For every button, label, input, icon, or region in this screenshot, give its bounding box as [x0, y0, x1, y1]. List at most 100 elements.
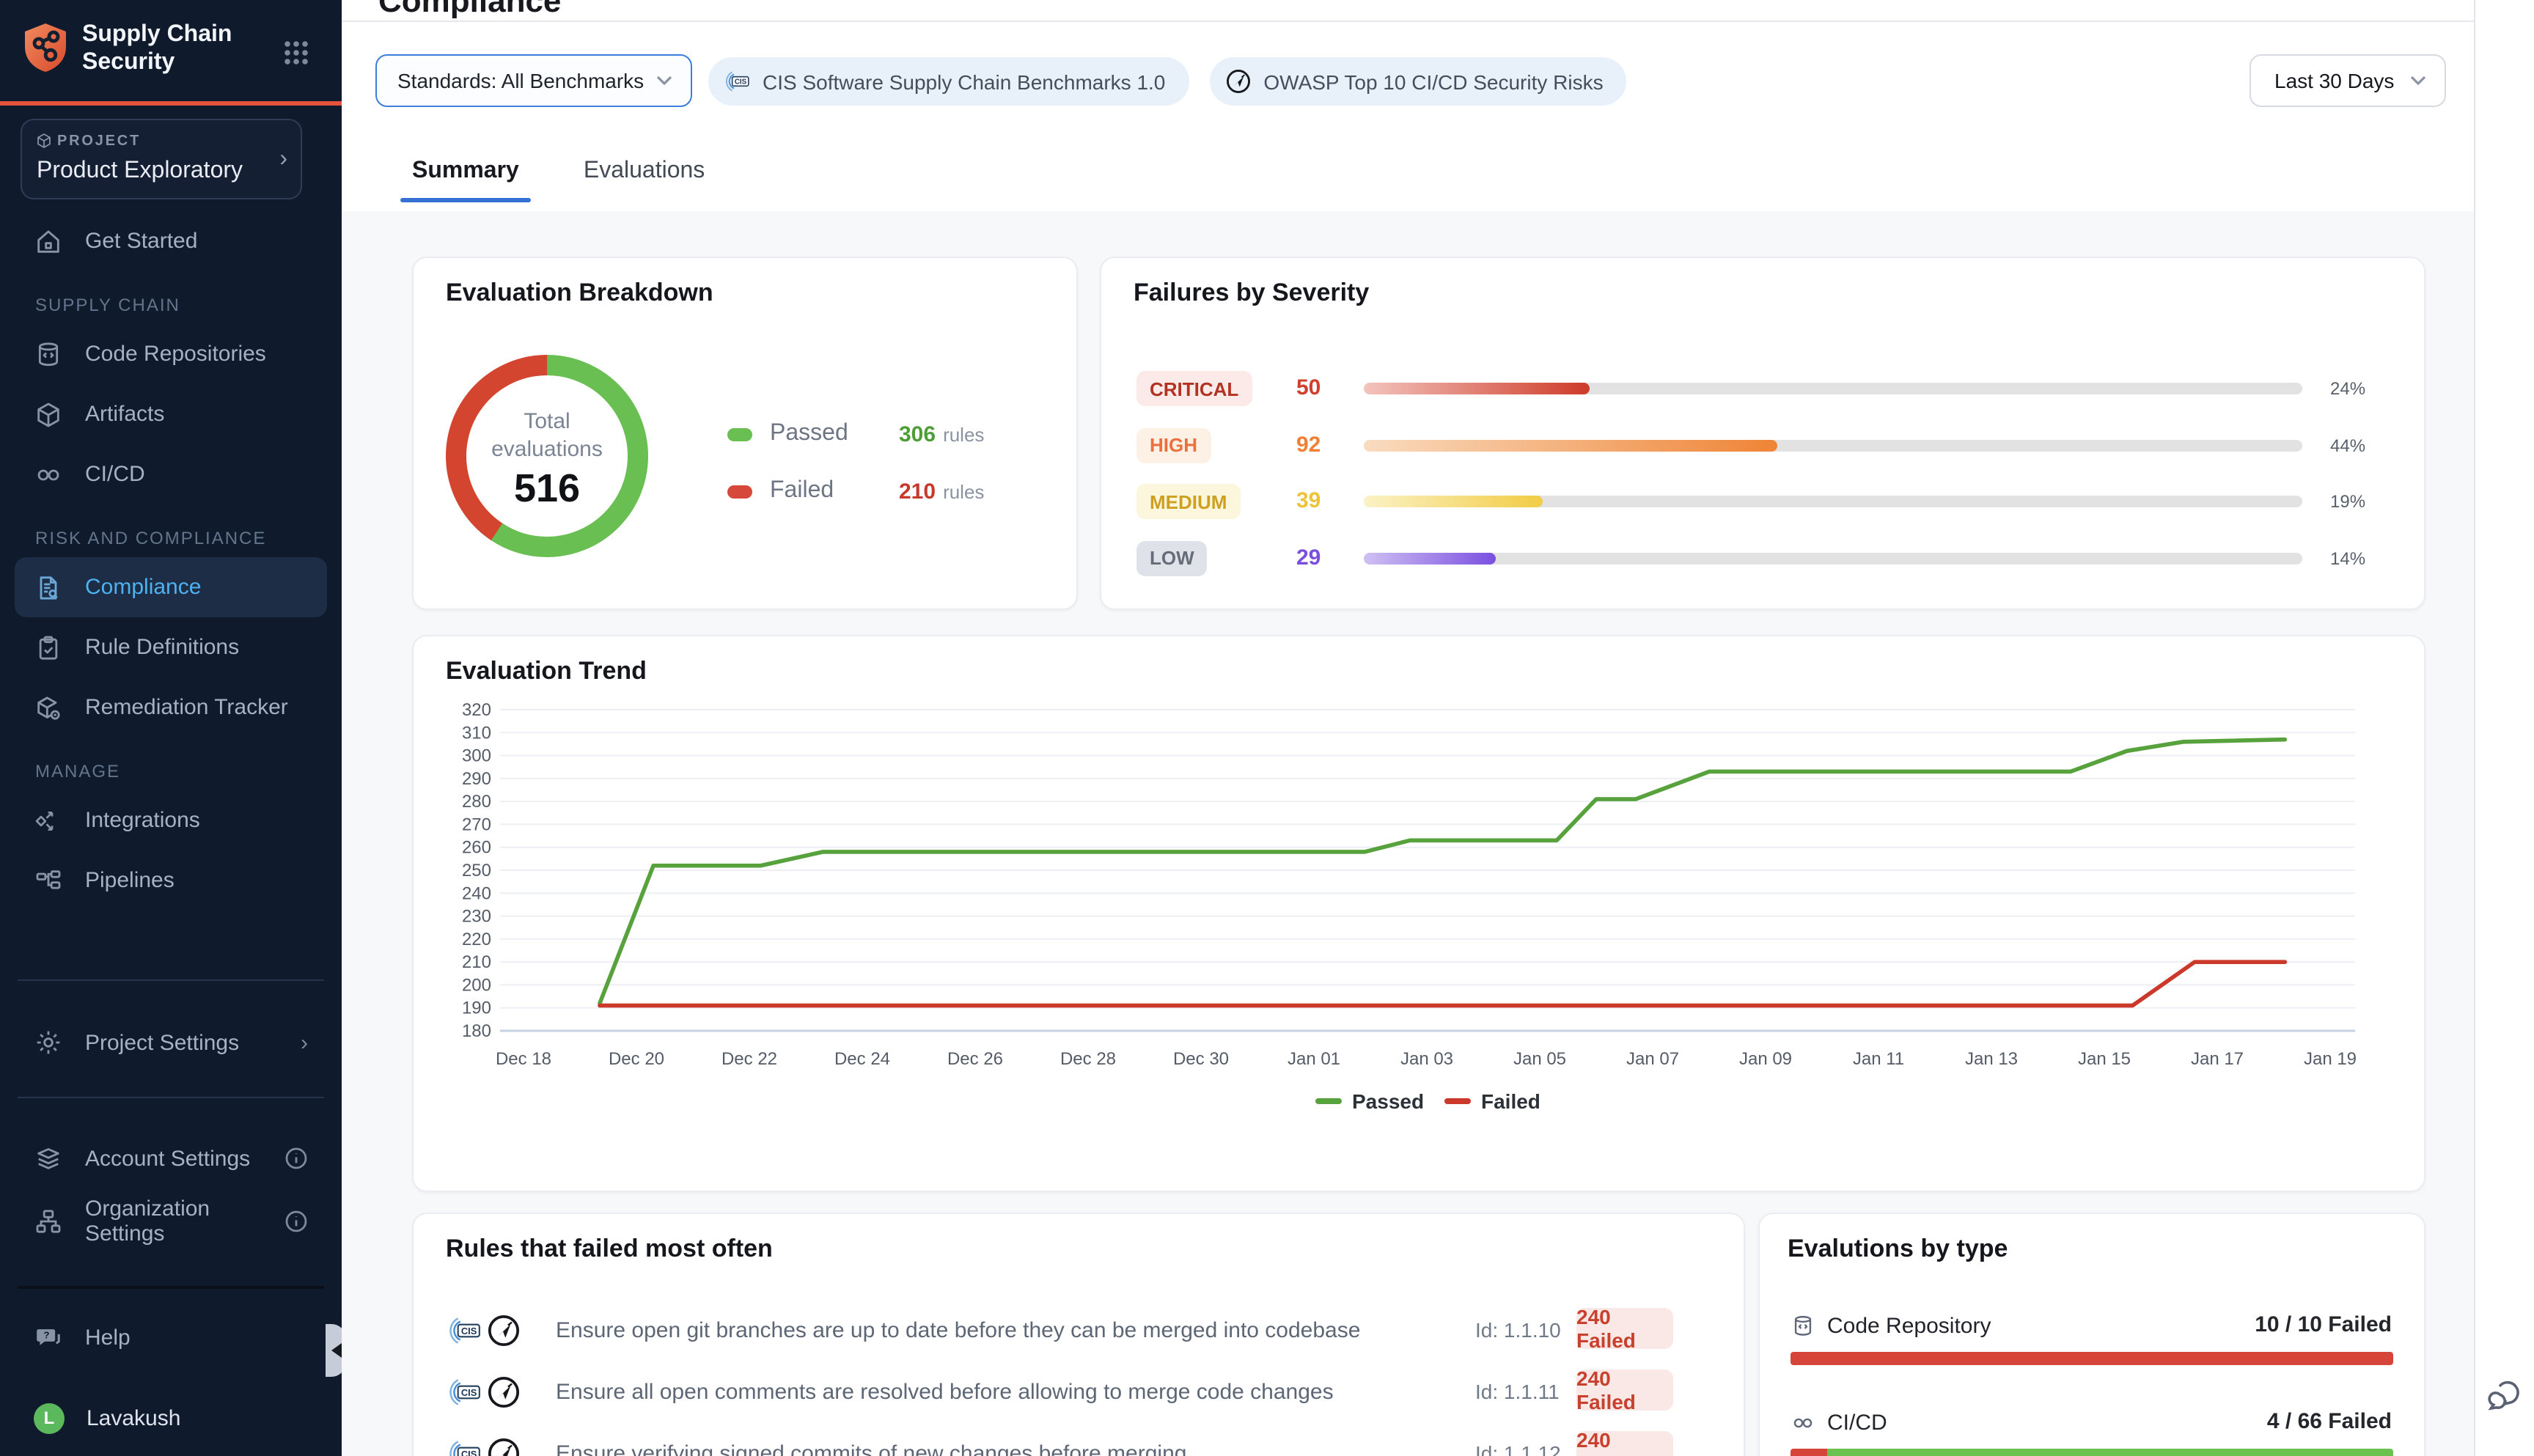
svg-text:Dec 20: Dec 20 — [609, 1049, 664, 1069]
severity-badge: LOW — [1136, 541, 1208, 576]
rule-row-3[interactable]: CIS Ensure verifying signed commits of ne… — [414, 1430, 1744, 1456]
svg-text:270: 270 — [462, 815, 491, 834]
svg-text:Jan 03: Jan 03 — [1400, 1049, 1453, 1069]
sidebar-item-account-settings[interactable]: Account Settings — [15, 1130, 327, 1186]
svg-text:Jan 15: Jan 15 — [2078, 1049, 2131, 1069]
card-title: Rules that failed most often — [446, 1235, 773, 1264]
trend-line-failed — [600, 962, 2285, 1005]
sidebar-item-rule-definitions[interactable]: Rule Definitions — [15, 617, 327, 677]
rule-row-1[interactable]: CISEnsure open git branches are up to da… — [414, 1306, 1744, 1356]
owasp-icon — [1224, 67, 1252, 95]
svg-text:230: 230 — [462, 907, 491, 927]
sidebar-item-get-started[interactable]: Get Started — [15, 211, 327, 271]
cis-badge-icon: CIS — [446, 1312, 482, 1349]
rule-failed-badge: 240 Failed — [1576, 1308, 1673, 1349]
sidebar-item-label: CI/CD — [85, 462, 145, 487]
project-name: Product Exploratory — [37, 158, 243, 185]
severity-row-low: LOW2914% — [1101, 538, 2424, 579]
project-selector[interactable]: PROJECT Product Exploratory › — [21, 119, 302, 199]
sidebar-item-label: Get Started — [85, 229, 197, 254]
sidebar-item-remediation-tracker[interactable]: Remediation Tracker — [15, 677, 327, 738]
severity-bar-fill — [1364, 439, 1777, 451]
tab-summary[interactable]: Summary — [412, 158, 519, 202]
date-range-label: Last 30 Days — [2274, 69, 2394, 92]
rule-row-2[interactable]: CISEnsure all open comments are resolved… — [414, 1368, 1744, 1418]
severity-row-high: HIGH9244% — [1101, 424, 2424, 466]
svg-text:260: 260 — [462, 838, 491, 858]
standards-filter-label: Standards: All Benchmarks — [397, 69, 644, 92]
sidebar-user[interactable]: L Lavakush — [15, 1390, 327, 1446]
svg-text:CIS: CIS — [461, 1449, 477, 1456]
org-chart-gear-icon — [34, 1207, 63, 1236]
sidebar-item-help[interactable]: ? Help — [15, 1309, 327, 1365]
evaluation-trend-chart: 3203103002902802702602502402302202102001… — [441, 686, 2406, 1170]
svg-text:300: 300 — [462, 746, 491, 766]
total-evaluations-value: 516 — [437, 466, 657, 512]
svg-text:CIS: CIS — [461, 1387, 477, 1398]
card-evaluations-by-type: Evalutions by type Code Repository10 / 1… — [1758, 1213, 2425, 1456]
sidebar-item-organization-settings[interactable]: Organization Settings — [15, 1194, 327, 1249]
app-window: Supply Chain Security PROJECT Product Ex… — [0, 0, 2534, 1456]
sidebar-divider — [18, 979, 324, 981]
sidebar-item-integrations[interactable]: Integrations — [15, 790, 327, 850]
sidebar-item-code-repositories[interactable]: Code Repositories — [15, 324, 327, 384]
severity-count: 92 — [1296, 432, 1321, 457]
chip-label: OWASP Top 10 CI/CD Security Risks — [1263, 70, 1603, 93]
owasp-icon — [485, 1374, 522, 1411]
sidebar-header: Supply Chain Security — [0, 0, 342, 106]
rule-text: Ensure verifying signed commits of new c… — [556, 1441, 1186, 1456]
by-type-name: CI/CD — [1827, 1410, 1887, 1435]
by-type-bar — [1791, 1352, 2393, 1365]
tab-evaluations[interactable]: Evaluations — [584, 158, 705, 202]
rule-id: Id: 1.1.12 — [1475, 1441, 1561, 1456]
scrollbar-gutter[interactable] — [2474, 0, 2534, 1456]
chat-bubbles-icon[interactable] — [2484, 1377, 2522, 1415]
sidebar-item-compliance[interactable]: Compliance — [15, 557, 327, 617]
card-failures-by-severity: Failures by Severity CRITICAL5024%HIGH92… — [1100, 257, 2425, 610]
header-divider — [342, 21, 2475, 22]
sidebar-item-pipelines[interactable]: Pipelines — [15, 850, 327, 911]
artifact-box-icon — [34, 400, 63, 429]
gear-icon — [34, 1028, 63, 1057]
legend-value: 306 — [899, 422, 936, 446]
app-grid-icon[interactable] — [283, 40, 309, 66]
sidebar-item-ci-cd[interactable]: CI/CD — [15, 444, 327, 504]
rule-failed-badge: 240 Failed — [1576, 1431, 1673, 1456]
svg-text:Jan 17: Jan 17 — [2191, 1049, 2244, 1069]
sidebar-item-label: Artifacts — [85, 402, 164, 427]
legend-label: Failed — [770, 478, 899, 504]
svg-text:Jan 01: Jan 01 — [1288, 1049, 1340, 1069]
legend-row-failed: Failed210rules — [727, 477, 984, 506]
severity-bar-track — [1364, 553, 2302, 565]
benchmark-chips: CISCIS Software Supply Chain Benchmarks … — [708, 57, 1627, 106]
collapse-arrow-icon — [331, 1343, 341, 1358]
benchmark-chip-owasp-top-10-ci-cd-s[interactable]: OWASP Top 10 CI/CD Security Risks — [1209, 57, 1626, 106]
svg-text:280: 280 — [462, 792, 491, 812]
remediation-box-icon — [34, 693, 63, 722]
svg-text:Jan 19: Jan 19 — [2304, 1049, 2357, 1069]
standards-filter-dropdown[interactable]: Standards: All Benchmarks — [375, 54, 692, 107]
benchmark-chip-cis-software-supply-[interactable]: CISCIS Software Supply Chain Benchmarks … — [708, 57, 1189, 106]
svg-text:Failed: Failed — [1481, 1090, 1540, 1113]
sidebar-section-label: SUPPLY CHAIN — [35, 295, 306, 315]
svg-text:310: 310 — [462, 723, 491, 743]
svg-text:Dec 26: Dec 26 — [947, 1049, 1003, 1069]
infinity-icon — [1791, 1410, 1815, 1435]
clipboard-check-icon — [34, 633, 63, 662]
card-title: Evalutions by type — [1788, 1235, 2008, 1264]
by-type-bar-failed — [1791, 1449, 1827, 1456]
svg-text:Dec 18: Dec 18 — [496, 1049, 551, 1069]
severity-badge: CRITICAL — [1136, 371, 1252, 406]
svg-text:Dec 28: Dec 28 — [1060, 1049, 1116, 1069]
owasp-icon — [485, 1435, 522, 1456]
main-area: Compliance Standards: All Benchmarks CIS… — [342, 0, 2534, 1456]
severity-bar-track — [1364, 439, 2302, 451]
severity-bar-fill — [1364, 383, 1589, 394]
sidebar-item-project-settings[interactable]: Project Settings › — [15, 1015, 327, 1070]
by-type-bar-failed — [1791, 1352, 2393, 1365]
date-range-dropdown[interactable]: Last 30 Days — [2250, 54, 2446, 107]
svg-text:320: 320 — [462, 700, 491, 720]
svg-text:250: 250 — [462, 861, 491, 880]
project-label: PROJECT — [57, 133, 141, 150]
sidebar-item-artifacts[interactable]: Artifacts — [15, 384, 327, 444]
